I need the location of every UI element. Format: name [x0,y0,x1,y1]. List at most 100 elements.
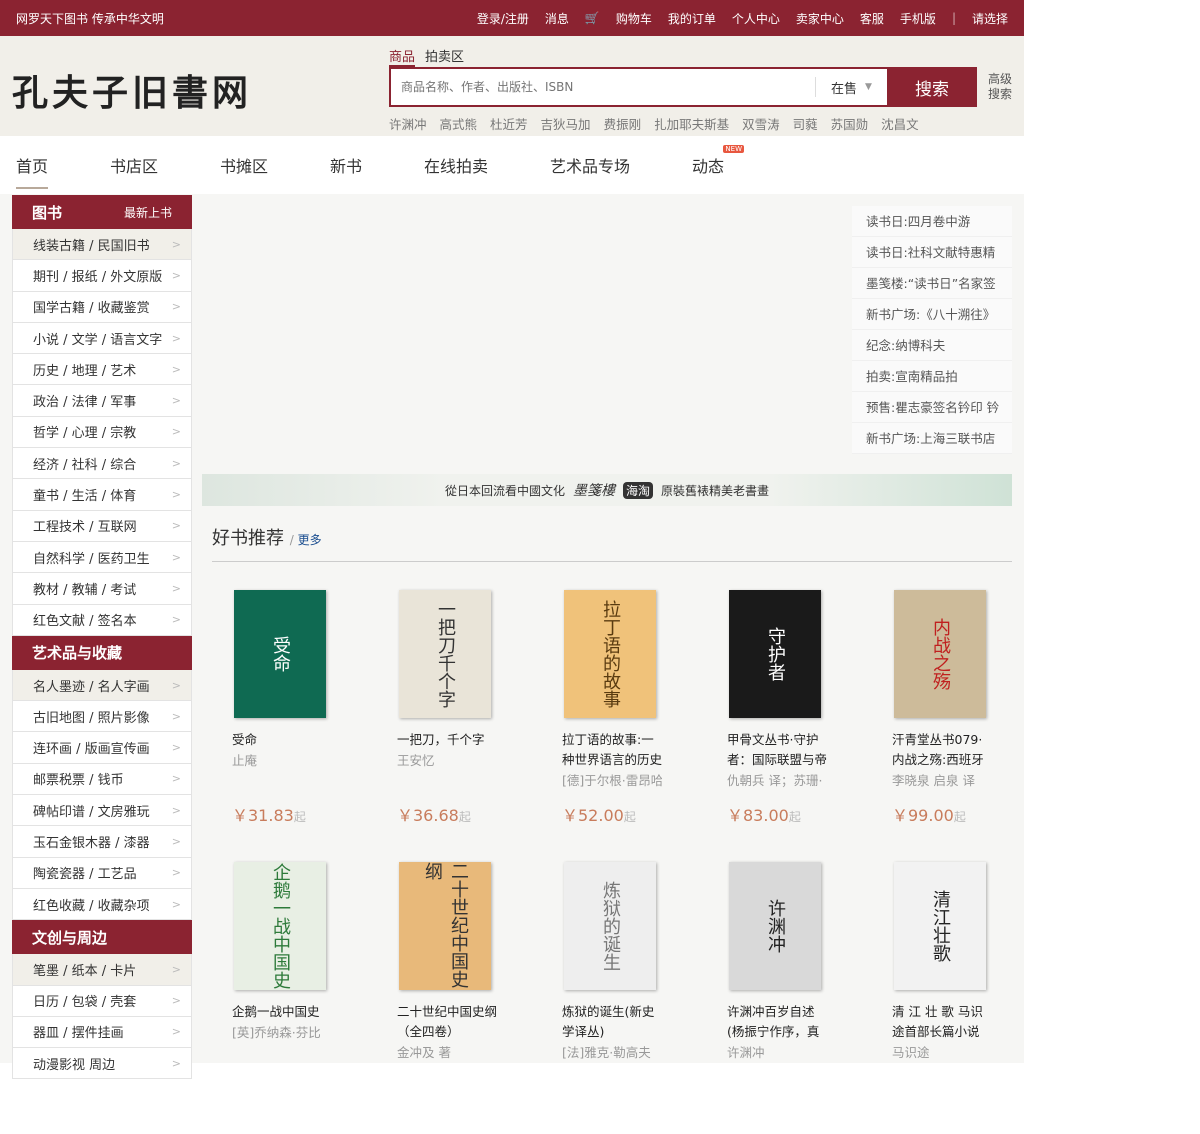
news-item[interactable]: 预售:瞿志豪签名钤印 钤 [852,392,1012,423]
status-select[interactable]: 在售 ▼ [815,77,887,97]
sidebar-item[interactable]: 碑帖印谱 / 文房雅玩 > [12,795,192,827]
sidebar-item[interactable]: 自然科学 / 医药卫生 > [12,541,192,574]
book-cover[interactable]: 许渊冲 [729,862,821,990]
top-link[interactable]: 个人中心 [732,10,780,27]
book-cover[interactable]: 二十世纪中国史纲 [399,862,491,990]
book-card[interactable]: 许渊冲许渊冲百岁自述(杨振宁作序，真格许渊冲 [707,862,872,1134]
book-card[interactable]: 受命 受命 止庵 ￥31.83起 [212,590,377,862]
sidebar-item[interactable]: 小说 / 文学 / 语言文字 > [12,322,192,355]
sidebar-section-header[interactable]: 艺术品与收藏 [12,635,192,670]
book-card[interactable]: 内战之殇 汗青堂丛书079·内战之殇:西班牙 李晓泉 启泉 译 ￥99.00起 [872,590,1037,862]
more-link[interactable]: 更多 [298,533,322,547]
book-card[interactable]: 炼狱的诞生 炼狱的诞生(新史学译丛) [法]雅克·勒高夫 [542,862,707,1134]
book-card[interactable]: 企鹅一战中国史 企鹅一战中国史 [英]乔纳森·芬比 [212,862,377,1134]
book-title[interactable]: 甲骨文丛书·守护者：国际联盟与帝 [727,730,827,770]
search-button[interactable]: 搜索 [887,67,977,107]
hot-keyword[interactable]: 扎加耶夫斯基 [654,114,729,133]
search-tab-goods[interactable]: 商品 [389,46,416,67]
sidebar-item[interactable]: 历史 / 地理 / 艺术 > [12,354,192,386]
book-cover[interactable]: 内战之殇 [894,590,986,718]
sidebar-item[interactable]: 期刊 / 报纸 / 外文原版 > [12,260,192,292]
promo-banner[interactable]: 從日本回流看中國文化 墨箋樓 海淘 原裝舊裱精美老書畫 [202,474,1012,506]
book-cover[interactable]: 拉丁语的故事 [564,590,656,718]
nav-item[interactable]: 书摊区 [220,153,268,177]
site-logo[interactable]: 孔夫子旧書网 [12,64,252,116]
top-link[interactable]: 卖家中心 [796,10,844,27]
news-item[interactable]: 纪念:纳博科夫 [852,330,1012,361]
sidebar-item[interactable]: 邮票税票 / 钱币 > [12,763,192,796]
search-input[interactable] [391,69,815,105]
book-cover[interactable]: 受命 [234,590,326,718]
sidebar-item[interactable]: 日历 / 包袋 / 壳套 > [12,985,192,1017]
hot-keyword[interactable]: 吉狄马加 [541,114,591,133]
book-card[interactable]: 守护者 甲骨文丛书·守护者：国际联盟与帝 仇朝兵 译；苏珊· ￥83.00起 [707,590,872,862]
sidebar-item[interactable]: 陶瓷瓷器 / 工艺品 > [12,857,192,889]
sidebar-item[interactable]: 连环画 / 版画宣传画 > [12,732,192,764]
nav-item[interactable]: 首页 [16,153,49,189]
sidebar-item[interactable]: 经济 / 社科 / 综合 > [12,448,192,480]
sidebar-item[interactable]: 红色收藏 / 收藏杂项 > [12,888,192,921]
book-cover[interactable]: 清江壮歌 [894,862,986,990]
sidebar-item[interactable]: 线装古籍 / 民国旧书 > [12,229,192,261]
book-cover[interactable]: 企鹅一战中国史 [234,862,326,990]
carousel-area[interactable] [202,194,842,464]
news-item[interactable]: 新书广场:《八十溯往》 [852,299,1012,330]
nav-item[interactable]: 在线拍卖 [424,153,488,177]
top-link[interactable]: 客服 [860,10,884,27]
book-title[interactable]: 企鹅一战中国史 [232,1002,332,1022]
top-link[interactable]: 登录/注册 [477,10,529,27]
book-card[interactable]: 二十世纪中国史纲 二十世纪中国史纲（全四卷） 金冲及 著 [377,862,542,1134]
sidebar-section-header[interactable]: 图书 最新上书 [12,195,192,229]
sidebar-item[interactable]: 古旧地图 / 照片影像 > [12,701,192,733]
news-item[interactable]: 墨笺楼:“读书日”名家签 [852,268,1012,299]
book-cover[interactable]: 炼狱的诞生 [564,862,656,990]
news-item[interactable]: 读书日:四月卷中游 [852,206,1012,237]
sidebar-item[interactable]: 动漫影视 周边 > [12,1048,192,1080]
hot-keyword[interactable]: 双雪涛 [742,114,780,133]
nav-item[interactable]: 书店区 [110,153,158,177]
hot-keyword[interactable]: 苏国勋 [831,114,869,133]
advanced-search-link[interactable]: 高级搜索 [988,72,1014,102]
hot-keyword[interactable]: 高式熊 [440,114,478,133]
book-title[interactable]: 炼狱的诞生(新史学译丛) [562,1002,662,1042]
book-title[interactable]: 二十世纪中国史纲（全四卷） [397,1002,497,1042]
sidebar-item[interactable]: 国学古籍 / 收藏鉴赏 > [12,291,192,323]
nav-item[interactable]: 动态 NEW [692,145,745,177]
sidebar-item[interactable]: 器皿 / 摆件挂画 > [12,1016,192,1049]
sidebar-item[interactable]: 笔墨 / 纸本 / 卡片 > [12,954,192,986]
hot-keyword[interactable]: 费振刚 [604,114,642,133]
region-select[interactable]: 请选择 [972,10,1008,27]
hot-keyword[interactable]: 杜近芳 [490,114,528,133]
top-link[interactable]: 消息 [545,10,569,27]
book-card[interactable]: 清江壮歌清 江 壮 歌 马识途首部长篇小说 据马识途 [872,862,1037,1134]
book-title[interactable]: 一把刀，千个字 [397,730,497,750]
sidebar-item[interactable]: 教材 / 教辅 / 考试 > [12,573,192,605]
book-cover[interactable]: 一把刀千个字 [399,590,491,718]
top-link[interactable]: 购物车 [616,10,652,27]
book-title[interactable]: 受命 [232,730,332,750]
book-cover[interactable]: 守护者 [729,590,821,718]
book-title[interactable]: 许渊冲百岁自述(杨振宁作序，真格 [727,1002,827,1042]
book-title[interactable]: 拉丁语的故事:一种世界语言的历史 [562,730,662,770]
sidebar-item[interactable]: 童书 / 生活 / 体育 > [12,479,192,511]
hot-keyword[interactable]: 司蕤 [793,114,818,133]
book-title[interactable]: 清 江 壮 歌 马识途首部长篇小说 据 [892,1002,992,1042]
sidebar-item[interactable]: 玉石金银木器 / 漆器 > [12,826,192,858]
hot-keyword[interactable]: 许渊冲 [389,114,427,133]
sidebar-item[interactable]: 工程技术 / 互联网 > [12,510,192,542]
book-title[interactable]: 汗青堂丛书079·内战之殇:西班牙 [892,730,992,770]
sidebar-item[interactable]: 哲学 / 心理 / 宗教 > [12,416,192,449]
nav-item[interactable]: 艺术品专场 [550,153,630,177]
top-link[interactable]: 我的订单 [668,10,716,27]
book-card[interactable]: 拉丁语的故事 拉丁语的故事:一种世界语言的历史 [德]于尔根·雷昂哈 ￥52.00起 [542,590,707,862]
sidebar-section-header[interactable]: 文创与周边 [12,920,192,955]
news-item[interactable]: 读书日:社科文献特惠精 [852,237,1012,268]
sidebar-item[interactable]: 红色文献 / 签名本 > [12,604,192,636]
hot-keyword[interactable]: 沈昌文 [881,114,919,133]
sidebar-item[interactable]: 政治 / 法律 / 军事 > [12,385,192,417]
news-item[interactable]: 新书广场:上海三联书店 [852,423,1012,454]
book-card[interactable]: 一把刀千个字 一把刀，千个字 王安忆 ￥36.68起 [377,590,542,862]
latest-link[interactable]: 最新上书 [124,204,172,221]
top-link[interactable]: 手机版 [900,10,936,27]
sidebar-item[interactable]: 名人墨迹 / 名人字画 > [12,669,192,702]
